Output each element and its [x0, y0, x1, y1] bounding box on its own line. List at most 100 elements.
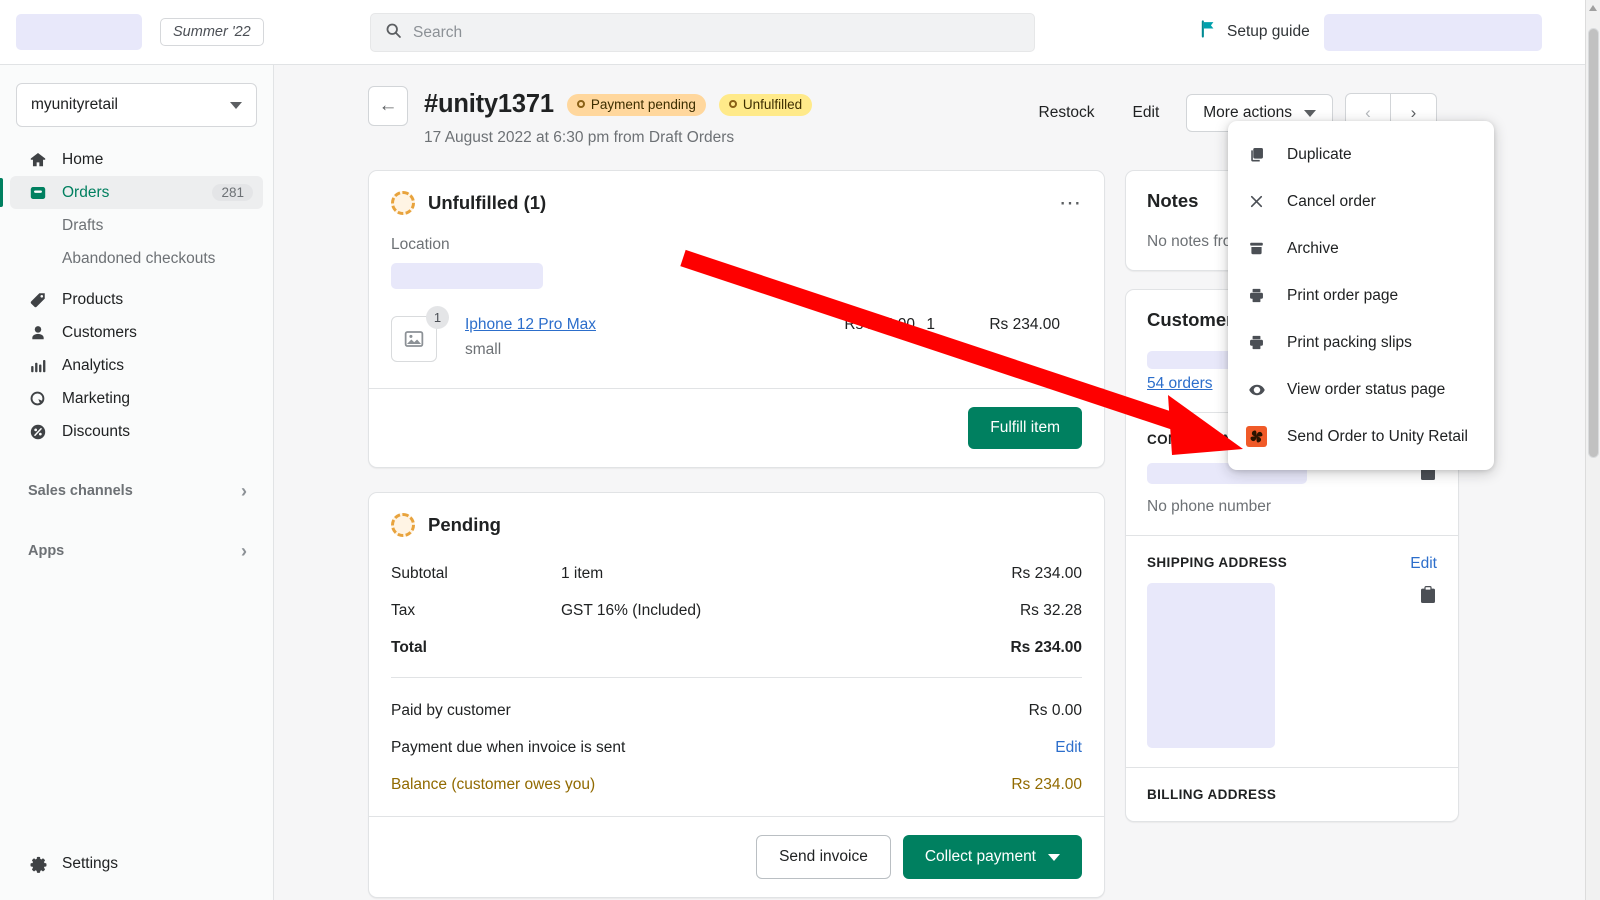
fulfillment-card: Unfulfilled (1) ⋯ Location 1 Iphone 12 P…	[368, 170, 1105, 468]
menu-item-archive[interactable]: Archive	[1228, 225, 1494, 272]
setup-guide-button[interactable]: Setup guide	[1200, 20, 1310, 43]
sidebar-item-label: Drafts	[62, 216, 104, 234]
close-icon	[1246, 191, 1267, 212]
menu-item-label: Cancel order	[1287, 192, 1376, 210]
sidebar-group-apps[interactable]: Apps ›	[10, 534, 263, 568]
search-bar[interactable]	[370, 13, 1035, 52]
summary-label: Subtotal	[391, 565, 448, 582]
scroll-up-arrow-icon[interactable]	[1589, 5, 1597, 11]
payment-due-edit-link[interactable]: Edit	[1055, 739, 1082, 757]
flag-icon	[1200, 20, 1217, 43]
store-name: myunityretail	[31, 96, 118, 113]
order-timestamp: 17 August 2022 at 6:30 pm from Draft Ord…	[424, 129, 735, 146]
line-item-quantity-badge: 1	[426, 306, 449, 329]
fulfillment-card-menu-button[interactable]: ⋯	[1059, 192, 1082, 214]
more-actions-menu: Duplicate Cancel order Archive Print ord…	[1228, 121, 1494, 470]
menu-item-print-order-page[interactable]: Print order page	[1228, 272, 1494, 319]
more-actions-label: More actions	[1203, 104, 1292, 121]
sidebar-item-abandoned-checkouts[interactable]: Abandoned checkouts	[10, 242, 263, 275]
location-value-redacted	[391, 263, 543, 289]
menu-item-cancel-order[interactable]: Cancel order	[1228, 178, 1494, 225]
print-icon	[1246, 332, 1267, 353]
sidebar-item-products[interactable]: Products	[10, 283, 263, 316]
chevron-right-icon: ›	[241, 481, 247, 501]
sidebar-item-marketing[interactable]: Marketing	[10, 382, 263, 415]
shipping-address-section: SHIPPING ADDRESS Edit	[1126, 535, 1458, 767]
summary-amount: Rs 0.00	[1028, 702, 1082, 719]
sidebar-item-label: Discounts	[62, 422, 131, 440]
location-label: Location	[391, 236, 450, 253]
status-badge-payment-label: Payment pending	[590, 96, 696, 112]
scrollbar-thumb[interactable]	[1588, 28, 1599, 458]
unity-retail-icon	[1246, 426, 1267, 447]
chevron-down-icon	[230, 101, 242, 109]
sidebar-item-label: Settings	[62, 855, 119, 872]
edit-button[interactable]: Edit	[1114, 96, 1179, 130]
menu-item-label: Archive	[1287, 239, 1339, 257]
page-scrollbar[interactable]	[1585, 0, 1600, 900]
fulfill-item-button[interactable]: Fulfill item	[968, 407, 1082, 449]
search-input[interactable]	[413, 23, 1020, 42]
summary-label: Tax	[391, 602, 416, 619]
billing-address-section: BILLING ADDRESS	[1126, 767, 1458, 821]
sidebar-item-settings[interactable]: Settings	[0, 854, 274, 874]
summary-detail: GST 16% (Included)	[561, 602, 702, 619]
collect-payment-button[interactable]: Collect payment	[902, 835, 1082, 879]
menu-item-label: Print packing slips	[1287, 333, 1412, 351]
payment-card-title: Pending	[428, 514, 501, 535]
shipping-edit-link[interactable]: Edit	[1410, 555, 1437, 573]
sidebar-item-orders[interactable]: Orders 281	[0, 176, 263, 209]
restock-button[interactable]: Restock	[1020, 96, 1114, 130]
chevron-down-icon	[1048, 853, 1060, 861]
sidebar-item-label: Marketing	[62, 389, 131, 407]
summary-row-balance: Balance (customer owes you) Rs 234.00	[391, 776, 1082, 794]
sidebar-item-label: Customers	[62, 323, 137, 341]
eye-icon	[1246, 379, 1267, 400]
sidebar-item-drafts[interactable]: Drafts	[10, 209, 263, 242]
menu-item-view-order-status-page[interactable]: View order status page	[1228, 366, 1494, 413]
dot-icon	[728, 100, 737, 108]
sidebar-item-customers[interactable]: Customers	[10, 316, 263, 349]
menu-item-print-packing-slips[interactable]: Print packing slips	[1228, 319, 1494, 366]
season-chip: Summer '22	[160, 18, 264, 46]
copy-icon[interactable]	[1420, 586, 1436, 609]
person-icon	[28, 323, 48, 343]
sidebar-item-home[interactable]: Home	[10, 143, 263, 176]
sidebar-group-sales-channels[interactable]: Sales channels ›	[10, 474, 263, 508]
menu-item-send-order-to-unity-retail[interactable]: Send Order to Unity Retail	[1228, 413, 1494, 460]
home-icon	[28, 150, 48, 170]
menu-item-label: Print order page	[1287, 286, 1399, 304]
summary-row-payment-due: Payment due when invoice is sent Edit	[391, 739, 1082, 757]
summary-label: Paid by customer	[391, 702, 511, 719]
summary-amount: Rs 32.28	[1019, 602, 1082, 619]
sidebar-item-label: Home	[62, 150, 104, 168]
payment-card: Pending Subtotal 1 item Rs 234.00 Tax GS…	[368, 492, 1105, 898]
status-badge-fulfillment-label: Unfulfilled	[742, 96, 803, 112]
summary-amount: Rs 234.00	[1011, 776, 1082, 793]
discount-icon	[28, 422, 48, 442]
line-item-total: Rs 234.00	[989, 316, 1060, 333]
summary-amount: Rs 234.00	[1010, 639, 1082, 656]
order-header: ← #unity1371 Payment pending Unfulfilled…	[368, 86, 813, 147]
store-switcher[interactable]: myunityretail	[16, 83, 257, 127]
sidebar-item-label: Analytics	[62, 356, 125, 374]
status-badge-fulfillment: Unfulfilled	[718, 93, 813, 116]
sidebar-item-discounts[interactable]: Discounts	[10, 415, 263, 448]
chevron-down-icon	[1304, 109, 1316, 117]
fulfillment-card-title: Unfulfilled (1)	[428, 192, 547, 213]
back-button[interactable]: ←	[368, 86, 408, 126]
sidebar-nav: Home Orders 281 Drafts Abandoned checkou…	[0, 143, 273, 568]
send-invoice-button[interactable]: Send invoice	[756, 835, 891, 879]
orders-count-badge: 281	[212, 184, 253, 201]
duplicate-icon	[1246, 144, 1267, 165]
menu-item-duplicate[interactable]: Duplicate	[1228, 131, 1494, 178]
summary-detail: 1 item	[561, 565, 604, 582]
setup-guide-label: Setup guide	[1227, 22, 1310, 40]
shipping-address-heading: SHIPPING ADDRESS	[1147, 555, 1288, 570]
line-item-variant: small	[465, 341, 502, 358]
line-item-title[interactable]: Iphone 12 Pro Max	[465, 316, 596, 334]
sidebar-item-analytics[interactable]: Analytics	[10, 349, 263, 382]
customer-phone-text: No phone number	[1147, 498, 1272, 515]
unfulfilled-status-icon	[391, 191, 415, 215]
summary-label: Total	[391, 639, 427, 656]
